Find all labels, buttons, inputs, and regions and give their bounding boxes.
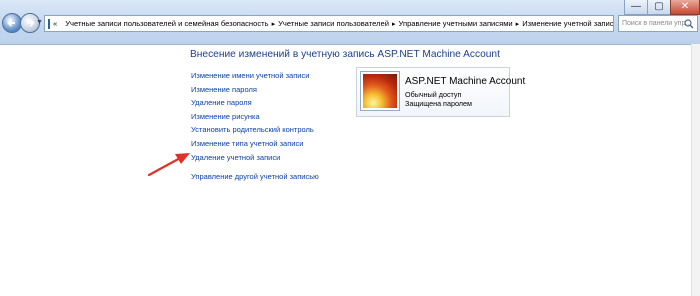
address-bar[interactable]: « Учетные записи пользователей и семейна… (44, 15, 614, 32)
change-picture-link[interactable]: Изменение рисунка (191, 110, 319, 124)
delete-account-link[interactable]: Удаление учетной записи (191, 151, 319, 165)
breadcrumb-separator-icon[interactable]: ▸ (392, 20, 396, 28)
search-input[interactable]: Поиск в панели упр... (618, 15, 698, 32)
red-arrow-annotation-icon (147, 153, 190, 177)
forward-arrow-icon (27, 19, 35, 27)
maximize-button[interactable]: ▢ (647, 0, 671, 15)
page-title: Внесение изменений в учетную запись ASP.… (190, 49, 500, 60)
scrollbar[interactable] (691, 44, 700, 296)
search-icon[interactable] (684, 19, 694, 29)
breadcrumb-user-accounts-family-safety[interactable]: Учетные записи пользователей и семейная … (65, 19, 268, 28)
recent-pages-dropdown[interactable]: ▼ (36, 19, 43, 26)
user-picture-icon (363, 74, 397, 108)
back-arrow-icon (7, 19, 15, 27)
breadcrumb-user-accounts[interactable]: Учетные записи пользователей (278, 19, 389, 28)
minimize-button[interactable]: — (624, 0, 648, 15)
password-status: Защищена паролем (405, 99, 472, 108)
account-card: ASP.NET Machine Account Обычный доступ З… (356, 67, 525, 117)
breadcrumb-separator-icon[interactable]: ▸ (516, 20, 520, 28)
change-password-link[interactable]: Изменение пароля (191, 83, 319, 97)
remove-password-link[interactable]: Удаление пароля (191, 96, 319, 110)
manage-another-account-link[interactable]: Управление другой учетной записью (191, 170, 319, 184)
task-list: Изменение имени учетной записи Изменение… (191, 69, 319, 184)
window-titlebar: — ▢ ✕ ▼ « Учетные записи пользователей и… (0, 0, 700, 45)
breadcrumb-manage-accounts[interactable]: Управление учетными записями (398, 19, 512, 28)
account-name: ASP.NET Machine Account (405, 76, 526, 87)
back-button[interactable] (2, 13, 22, 33)
change-account-name-link[interactable]: Изменение имени учетной записи (191, 69, 319, 83)
account-type: Обычный доступ (405, 90, 462, 99)
window-controls: — ▢ ✕ (624, 0, 700, 15)
close-button[interactable]: ✕ (670, 0, 700, 15)
breadcrumb-change-account[interactable]: Изменение учетной записи (522, 19, 613, 28)
avatar (360, 71, 400, 111)
breadcrumb-separator-icon[interactable]: ▸ (272, 20, 276, 28)
control-panel-icon (48, 18, 50, 29)
address-overflow-chevron[interactable]: « (53, 19, 57, 28)
parental-controls-link[interactable]: Установить родительский контроль (191, 123, 319, 137)
search-placeholder: Поиск в панели упр... (622, 20, 692, 27)
change-account-type-link[interactable]: Изменение типа учетной записи (191, 137, 319, 151)
